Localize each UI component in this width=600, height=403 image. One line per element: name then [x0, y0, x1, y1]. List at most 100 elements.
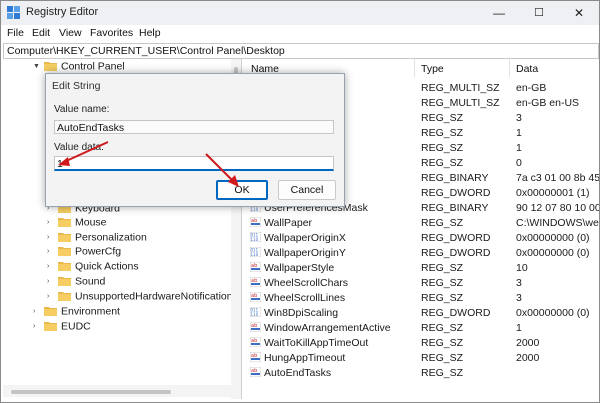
- value-name-text: WheelScrollChars: [264, 277, 349, 289]
- chevron-right-icon[interactable]: ›: [47, 274, 56, 289]
- column-divider[interactable]: [414, 59, 415, 77]
- menu-bar: File Edit View Favorites Help: [1, 25, 599, 43]
- menu-file[interactable]: File: [7, 27, 24, 39]
- value-data-cell: 3: [516, 292, 522, 304]
- binary-value-icon: 011110: [250, 232, 261, 243]
- list-item[interactable]: ab WallpaperStyle REG_SZ 10: [244, 261, 599, 276]
- value-name-text: WindowArrangementActive: [264, 322, 391, 334]
- maximize-button[interactable]: ☐: [519, 1, 559, 25]
- svg-text:110: 110: [251, 312, 259, 317]
- title-bar[interactable]: Registry Editor — ☐ ✕: [1, 1, 599, 25]
- chevron-right-icon[interactable]: ›: [47, 289, 56, 304]
- chevron-right-icon[interactable]: ›: [33, 319, 42, 334]
- string-value-icon: ab: [250, 292, 261, 303]
- value-data-cell: C:\WINDOWS\we: [516, 217, 599, 229]
- column-header-type[interactable]: Type: [421, 61, 444, 77]
- cancel-button[interactable]: Cancel: [278, 180, 336, 200]
- value-type-cell: REG_DWORD: [421, 307, 491, 319]
- value-data-cell: 1: [516, 127, 522, 139]
- string-value-icon: ab: [250, 352, 261, 363]
- value-name-cell: 011 110 WallpaperOriginY: [250, 246, 410, 261]
- tree-item[interactable]: › Quick Actions: [47, 259, 139, 274]
- list-item[interactable]: ab WaitToKillAppTimeOut REG_SZ 2000: [244, 336, 599, 351]
- close-button[interactable]: ✕: [559, 1, 599, 25]
- column-header-data[interactable]: Data: [516, 61, 538, 77]
- tree-item-label: Quick Actions: [75, 260, 139, 273]
- tree-item[interactable]: › UnsupportedHardwareNotificationCa: [47, 289, 242, 304]
- value-name-cell: ab WaitToKillAppTimeOut: [250, 336, 410, 351]
- value-name-cell: ab WheelScrollLines: [250, 291, 410, 306]
- value-type-cell: REG_BINARY: [421, 172, 489, 184]
- string-value-icon: ab: [250, 337, 261, 348]
- list-item[interactable]: ab HungAppTimeout REG_SZ 2000: [244, 351, 599, 366]
- list-item[interactable]: 011 110 WallpaperOriginX REG_DWORD 0x0000000…: [244, 231, 599, 246]
- list-item[interactable]: ab AutoEndTasks REG_SZ: [244, 366, 599, 381]
- value-name-text: WallPaper: [264, 217, 313, 229]
- folder-icon: [58, 261, 71, 271]
- column-divider[interactable]: [509, 59, 510, 77]
- value-data-cell: 3: [516, 277, 522, 289]
- list-item[interactable]: 011 110 WallpaperOriginY REG_DWORD 0x0000000…: [244, 246, 599, 261]
- value-type-cell: REG_SZ: [421, 262, 464, 274]
- minimize-button[interactable]: —: [479, 1, 519, 25]
- menu-edit[interactable]: Edit: [32, 27, 50, 39]
- value-data-cell: en-GB en-US: [516, 97, 580, 109]
- tree-item[interactable]: › Environment: [33, 304, 120, 319]
- binary-value-icon: 011110: [250, 307, 261, 318]
- chevron-right-icon[interactable]: ›: [47, 244, 56, 259]
- tree-item-label: UnsupportedHardwareNotificationCa: [75, 290, 242, 303]
- tree-item[interactable]: › EUDC: [33, 319, 91, 334]
- folder-icon: [58, 291, 71, 301]
- folder-icon: [58, 217, 71, 227]
- value-data-field[interactable]: 1: [54, 156, 334, 171]
- menu-view[interactable]: View: [59, 27, 82, 39]
- value-name-field[interactable]: AutoEndTasks: [54, 120, 334, 134]
- list-item[interactable]: ab WallPaper REG_SZ C:\WINDOWS\we: [244, 216, 599, 231]
- tree-hscroll-thumb[interactable]: [11, 390, 171, 394]
- address-bar[interactable]: Computer\HKEY_CURRENT_USER\Control Panel…: [3, 43, 599, 59]
- tree-item-label: Sound: [75, 275, 106, 288]
- chevron-down-icon[interactable]: ▼: [33, 59, 42, 74]
- menu-help[interactable]: Help: [139, 27, 161, 39]
- value-data-cell: 1: [516, 142, 522, 154]
- window-title: Registry Editor: [26, 6, 99, 18]
- menu-favorites[interactable]: Favorites: [90, 27, 133, 39]
- value-name-cell: 011 110 WallpaperOriginX: [250, 231, 410, 246]
- value-data-cell: 2000: [516, 352, 540, 364]
- value-data-cell: 2000: [516, 337, 540, 349]
- value-name-cell: ab HungAppTimeout: [250, 351, 410, 366]
- list-item[interactable]: ab WheelScrollChars REG_SZ 3: [244, 276, 599, 291]
- value-data-cell: 0x00000000 (0): [516, 307, 590, 319]
- value-data-cell: 0x00000000 (0): [516, 247, 590, 259]
- chevron-right-icon[interactable]: ›: [47, 230, 56, 245]
- list-item[interactable]: ab WindowArrangementActive REG_SZ 1: [244, 321, 599, 336]
- tree-item-label: Mouse: [75, 216, 107, 229]
- list-item[interactable]: 011 110 Win8DpiScaling REG_DWORD 0x00000000 …: [244, 306, 599, 321]
- value-name-text: WheelScrollLines: [264, 292, 346, 304]
- dialog-title: Edit String: [52, 80, 101, 92]
- chevron-right-icon[interactable]: ›: [47, 259, 56, 274]
- tree-item-label: Environment: [61, 305, 120, 318]
- tree-item-control-panel[interactable]: ▼ Control Panel: [33, 59, 125, 74]
- value-type-cell: REG_DWORD: [421, 232, 491, 244]
- value-name-cell: ab WallPaper: [250, 216, 410, 231]
- value-type-cell: REG_SZ: [421, 277, 464, 289]
- value-data-cell: 3: [516, 112, 522, 124]
- value-type-cell: REG_SZ: [421, 142, 464, 154]
- address-path: Computer\HKEY_CURRENT_USER\Control Panel…: [7, 45, 285, 57]
- value-type-cell: REG_MULTI_SZ: [421, 97, 500, 109]
- value-type-cell: REG_SZ: [421, 322, 464, 334]
- tree-item[interactable]: › PowerCfg: [47, 244, 121, 259]
- value-name-text: WallpaperOriginX: [264, 232, 346, 244]
- chevron-right-icon[interactable]: ›: [47, 215, 56, 230]
- value-type-cell: REG_SZ: [421, 292, 464, 304]
- value-name-text: WallpaperOriginY: [264, 247, 346, 259]
- tree-item[interactable]: › Personalization: [47, 230, 147, 245]
- string-value-icon: ab: [250, 262, 261, 273]
- value-name-cell: 011 110 Win8DpiScaling: [250, 306, 410, 321]
- chevron-right-icon[interactable]: ›: [33, 304, 42, 319]
- tree-item[interactable]: › Sound: [47, 274, 105, 289]
- tree-item[interactable]: › Mouse: [47, 215, 107, 230]
- ok-button[interactable]: OK: [216, 180, 268, 200]
- list-item[interactable]: ab WheelScrollLines REG_SZ 3: [244, 291, 599, 306]
